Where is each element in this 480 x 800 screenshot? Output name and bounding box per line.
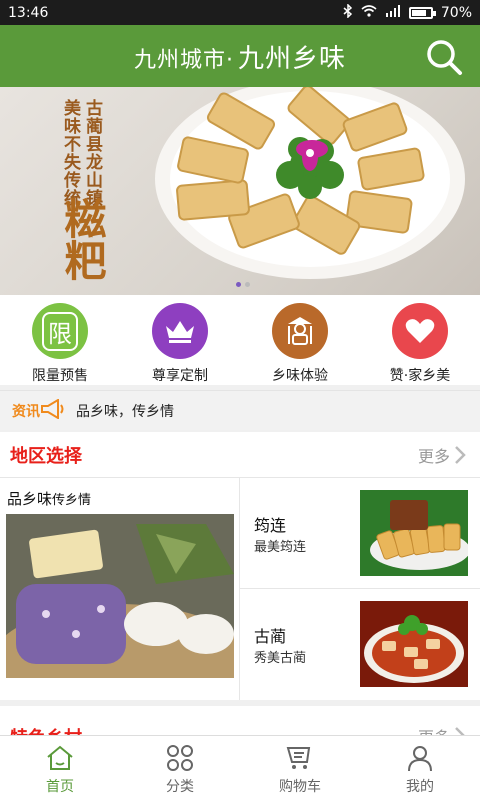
news-ticker[interactable]: 资讯 品乡味，传乡情 — [0, 390, 480, 430]
wifi-icon — [361, 4, 377, 21]
carousel-dot-1[interactable] — [236, 282, 241, 287]
tab-home[interactable]: 首页 — [0, 736, 120, 800]
category-label: 乡味体验 — [272, 368, 328, 384]
tab-mine[interactable]: 我的 — [360, 736, 480, 800]
tab-label: 购物车 — [279, 779, 321, 795]
heart-icon — [392, 303, 448, 359]
carousel-dots[interactable] — [236, 282, 250, 287]
more-link[interactable]: 更多 — [418, 443, 466, 467]
category-label: 限量预售 — [32, 368, 88, 384]
grid-icon — [167, 745, 193, 771]
status-time: 13:46 — [8, 4, 49, 21]
news-tag: 资讯 — [12, 403, 40, 420]
battery-icon — [408, 6, 436, 19]
tab-label: 首页 — [46, 779, 74, 795]
feature-title-small: 传乡情 — [52, 493, 92, 508]
more-label: 更多 — [417, 446, 450, 466]
category-row: 限 限量预售 尊享定制 乡味体验 赞·家乡美 — [0, 295, 480, 385]
status-icons: 70% — [343, 2, 472, 22]
user-icon — [408, 746, 432, 772]
region-feature-card[interactable]: 品乡味传乡情 — [0, 478, 240, 700]
megaphone-icon — [40, 397, 66, 423]
tab-label: 分类 — [166, 779, 194, 795]
category-hometown[interactable]: 赞·家乡美 — [360, 295, 480, 385]
search-icon[interactable] — [424, 37, 464, 77]
category-label: 赞·家乡美 — [389, 368, 451, 384]
farmer-icon — [272, 303, 328, 359]
region-item-subtitle: 最美筠连 — [254, 540, 307, 555]
limit-icon: 限 — [32, 303, 88, 359]
region-grid: 品乡味传乡情 筠连 最美筠连 古蔺 秀美古蔺 — [0, 478, 480, 700]
category-label: 尊享定制 — [152, 368, 208, 384]
crown-icon — [152, 303, 208, 359]
feature-title-main: 品乡味 — [7, 490, 53, 508]
tab-category[interactable]: 分类 — [120, 736, 240, 800]
promo-banner[interactable]: 美味不失传统 古蔺县龙山镇 糍粑 — [0, 87, 480, 295]
app-title-prefix: 九州城市· — [133, 47, 234, 73]
app-title-script: 九州乡味 — [237, 43, 346, 74]
section-title: 地区选择 — [10, 445, 82, 467]
tab-label: 我的 — [406, 779, 434, 795]
news-text: 品乡味，传乡情 — [76, 403, 174, 420]
feature-title: 品乡味传乡情 — [7, 488, 91, 509]
region-item-name: 古蔺 — [254, 627, 287, 646]
region-item-junlian[interactable]: 筠连 最美筠连 — [240, 478, 480, 589]
app-header: 九州城市· 九州乡味 — [0, 25, 480, 87]
bluetooth-icon — [343, 2, 353, 22]
ciba-plate-image — [155, 87, 465, 279]
tab-cart[interactable]: 购物车 — [240, 736, 360, 800]
region-section: 地区选择 更多 品乡味传乡情 筠连 最美筠连 古蔺 秀美古蔺 — [0, 432, 480, 700]
category-limited-presale[interactable]: 限 限量预售 — [0, 295, 120, 385]
carousel-dot-2[interactable] — [245, 282, 250, 287]
home-icon — [47, 745, 73, 770]
banner-product: 糍粑 — [58, 197, 107, 281]
category-custom[interactable]: 尊享定制 — [120, 295, 240, 385]
junlian-food-image — [360, 490, 468, 576]
banner-text: 美味不失传统 古蔺县龙山镇 糍粑 — [58, 99, 107, 289]
region-section-header: 地区选择 更多 — [0, 432, 480, 478]
chevron-right-icon — [455, 445, 466, 464]
app-title: 九州城市· 九州乡味 — [134, 38, 346, 75]
bottom-tab-bar: 首页 分类 购物车 我的 — [0, 735, 480, 800]
region-item-name: 筠连 — [254, 516, 287, 535]
gulin-food-image — [360, 601, 468, 687]
local-food-image — [6, 514, 234, 678]
signal-icon — [385, 4, 401, 21]
region-item-subtitle: 秀美古蔺 — [254, 651, 307, 666]
cart-icon — [286, 747, 311, 769]
banner-location: 古蔺县龙山镇 — [82, 99, 102, 207]
region-item-gulin[interactable]: 古蔺 秀美古蔺 — [240, 589, 480, 700]
battery-level: 70% — [440, 4, 472, 21]
category-experience[interactable]: 乡味体验 — [240, 295, 360, 385]
status-bar: 13:46 70% — [0, 0, 480, 25]
